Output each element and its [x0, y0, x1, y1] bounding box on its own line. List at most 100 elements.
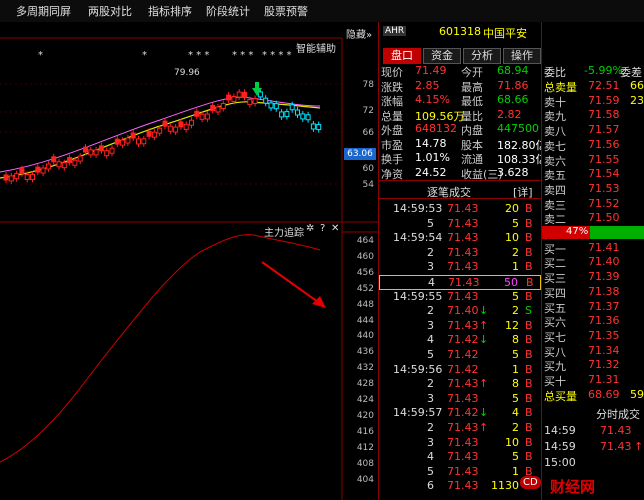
book-price: 71.53: [588, 181, 620, 195]
book-ask-row: 卖十 71.59 23: [542, 93, 644, 109]
book-price: 71.41: [588, 240, 620, 254]
book-bid-row: 买五 71.37: [542, 299, 644, 315]
trade-volume: 5: [512, 216, 519, 230]
trade-volume: 10: [505, 435, 519, 449]
tab-order-book[interactable]: 盘口: [383, 48, 421, 64]
trade-volume: 5: [512, 450, 519, 464]
trade-volume: 10: [505, 231, 519, 245]
trade-row: 14:59:56 71.42 1 B: [379, 363, 541, 378]
star-marker: *: [142, 50, 147, 61]
trade-index: 4: [428, 276, 435, 289]
trade-volume: 5: [512, 391, 519, 405]
trade-row: 5 71.43 1 B: [379, 465, 541, 480]
annotation-arrow: [261, 261, 319, 303]
tab-multi-period[interactable]: 多周期同屏: [16, 3, 71, 19]
candle: [72, 159, 78, 166]
trade-side: B: [525, 216, 533, 230]
book-key: 买十: [544, 375, 566, 388]
trade-side: B: [525, 421, 533, 434]
trade-row: 4 71.43 5 B: [379, 450, 541, 465]
quote-row: 现价 71.49 今开 68.94: [379, 64, 541, 79]
trade-volume: 8: [512, 377, 519, 391]
trade-row: 3 71.43 10 B: [379, 436, 541, 451]
tab-indicator-sort[interactable]: 指标排序: [148, 3, 192, 19]
indicator-axis-tick: 404: [356, 474, 374, 485]
star-marker: *: [38, 50, 43, 61]
candle: [162, 120, 168, 127]
book-key: 卖七: [544, 139, 566, 153]
book-key: 买四: [544, 286, 566, 300]
candle: [19, 168, 25, 175]
candle: [35, 166, 41, 173]
candle: [284, 111, 290, 118]
candle: [204, 113, 210, 120]
trade-arrow-icon: ↑: [479, 377, 489, 391]
trade-volume: 1: [512, 362, 519, 376]
book-key: 卖三: [544, 198, 566, 212]
book-volume: 597: [630, 387, 644, 401]
tab-stock-alert[interactable]: 股票预警: [264, 3, 308, 19]
indicator-axis-tick: 428: [356, 379, 374, 390]
trade-row: 2 71.43 2 B: [379, 246, 541, 261]
candle: [51, 156, 57, 163]
trade-side: B: [525, 406, 533, 420]
trade-index: 4: [427, 450, 434, 464]
tab-operation[interactable]: 操作: [503, 48, 541, 64]
trade-arrow-icon: ↓: [479, 406, 489, 420]
book-key: 卖五: [544, 169, 566, 183]
trade-index: 2: [427, 377, 434, 391]
trade-side: B: [525, 435, 533, 449]
trade-price: 71.43: [447, 450, 479, 464]
gear-icon[interactable]: ✲: [306, 223, 314, 234]
tab-analysis[interactable]: 分析: [463, 48, 501, 64]
candle: [273, 103, 279, 110]
book-volume: 23: [630, 93, 644, 107]
book-price: 71.37: [588, 299, 620, 313]
trade-time: 14:59:57: [393, 406, 443, 420]
trade-row: 3 71.43 ↑ 12 B: [379, 319, 541, 334]
quote-value: 2.85: [415, 78, 440, 92]
candle: [178, 121, 184, 128]
candle: [14, 173, 20, 180]
book-key: 买二: [544, 257, 566, 271]
book-key: 总买量: [544, 389, 577, 403]
book-bid-row: 买九 71.32: [542, 358, 644, 373]
trade-time: 14:59:56: [393, 362, 443, 376]
quote-value: 3.628: [497, 165, 529, 179]
candle: [300, 113, 306, 120]
trade-price: 71.43: [447, 435, 479, 449]
trade-index: 3: [427, 435, 434, 449]
quote-value: 4.15%: [415, 93, 450, 106]
tab-stage-stats[interactable]: 阶段统计: [206, 3, 250, 19]
candle: [125, 137, 131, 144]
trade-volume: 5: [512, 348, 519, 361]
close-icon[interactable]: ✕: [331, 223, 339, 234]
indicator-axis-tick: 436: [356, 347, 374, 358]
peak-price-label: 79.96: [174, 68, 200, 78]
trade-row: 14:59:53 71.43 20 B: [379, 202, 541, 217]
indicator-axis-tick: 420: [356, 410, 374, 421]
candle: [305, 114, 311, 121]
trade-volume: 1130: [491, 479, 519, 493]
candle: [242, 91, 247, 98]
book-bid-row: 买三 71.39: [542, 270, 644, 285]
quote-row: 涨幅 4.15% 最低 68.66: [379, 93, 541, 108]
quote-row: 外盘 648132 内盘 447500: [379, 122, 541, 137]
candle: [173, 126, 179, 133]
trade-volume: 2: [512, 421, 519, 434]
indicator-axis-tick: 444: [356, 315, 374, 326]
trade-row: 14:59:57 71.42 ↓ 4 B: [379, 406, 541, 421]
stock-code: 601318: [439, 25, 481, 38]
question-icon[interactable]: ?: [320, 223, 325, 234]
tab-funds[interactable]: 资金: [423, 48, 461, 64]
book-key: 买五: [544, 301, 566, 315]
star-marker: * * * *: [262, 50, 292, 61]
trade-row: 2 71.43 ↑ 8 B: [379, 377, 541, 392]
candle: [136, 138, 141, 145]
trade-volume: 2: [512, 304, 519, 318]
book-key: 买七: [544, 330, 566, 344]
trade-time: 14:59:55: [393, 289, 443, 303]
tab-compare[interactable]: 两股对比: [88, 3, 132, 19]
candle: [157, 127, 163, 134]
book-price: 71.55: [588, 152, 620, 166]
